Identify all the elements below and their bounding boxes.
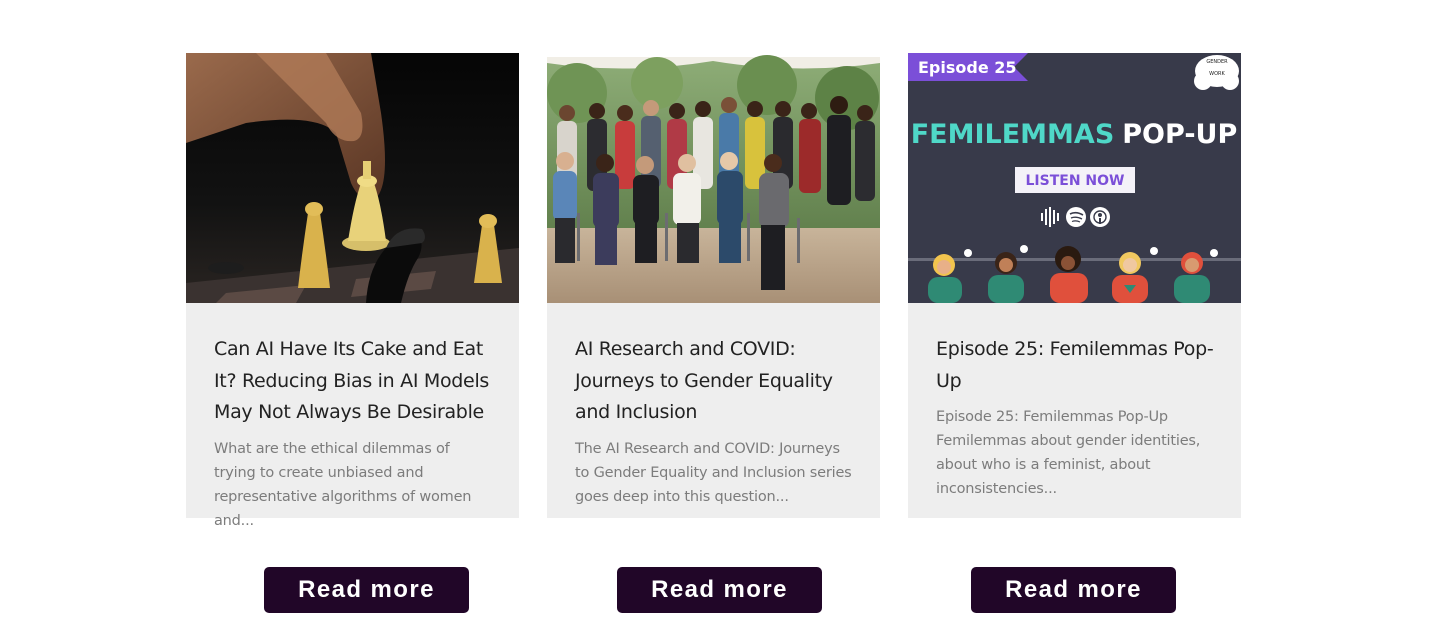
chess-photo [186,53,519,303]
post-excerpt: What are the ethical dilemmas of trying … [214,440,472,529]
episode-badge-label: Episode 25 [918,58,1017,77]
podcast-graphic: Episode 25 GENDER WORK FEMILEMMAS POP-UP … [908,53,1241,303]
svg-text:GENDER: GENDER [1206,59,1228,65]
gender-work-logo-icon: GENDER WORK [1194,55,1239,90]
post-title[interactable]: Can AI Have Its Cake and Eat It? Reducin… [214,334,494,429]
post-title[interactable]: Episode 25: Femilemmas Pop-Up [936,334,1216,397]
post-card-body: AI Research and COVID: Journeys to Gende… [575,334,855,509]
post-thumbnail-podcast[interactable]: Episode 25 GENDER WORK FEMILEMMAS POP-UP … [908,53,1241,303]
svg-text:WORK: WORK [1209,71,1225,77]
post-thumbnail-chess[interactable] [186,53,519,303]
graphic-headline: FEMILEMMAS POP-UP [911,119,1238,150]
read-more-button[interactable]: Read more [617,567,822,613]
post-title[interactable]: AI Research and COVID: Journeys to Gende… [575,334,855,429]
spotify-icon [1066,207,1086,227]
post-card: AI Research and COVID: Journeys to Gende… [547,53,880,518]
read-more-button[interactable]: Read more [971,567,1176,613]
read-more-button[interactable]: Read more [264,567,469,613]
post-card-body: Episode 25: Femilemmas Pop-Up Episode 25… [936,334,1216,501]
group-photo [547,53,880,303]
apple-podcasts-icon [1090,207,1110,227]
listen-now-label: LISTEN NOW [1026,173,1125,189]
post-card: Can AI Have Its Cake and Eat It? Reducin… [186,53,519,529]
post-excerpt: Episode 25: Femilemmas Pop-Up Femilemmas… [936,409,1201,497]
post-excerpt: The AI Research and COVID: Journeys to G… [575,440,852,505]
post-card: Episode 25 GENDER WORK FEMILEMMAS POP-UP … [908,53,1241,518]
post-thumbnail-group-photo[interactable] [547,53,880,303]
post-card-body: Can AI Have Its Cake and Eat It? Reducin… [214,334,494,533]
